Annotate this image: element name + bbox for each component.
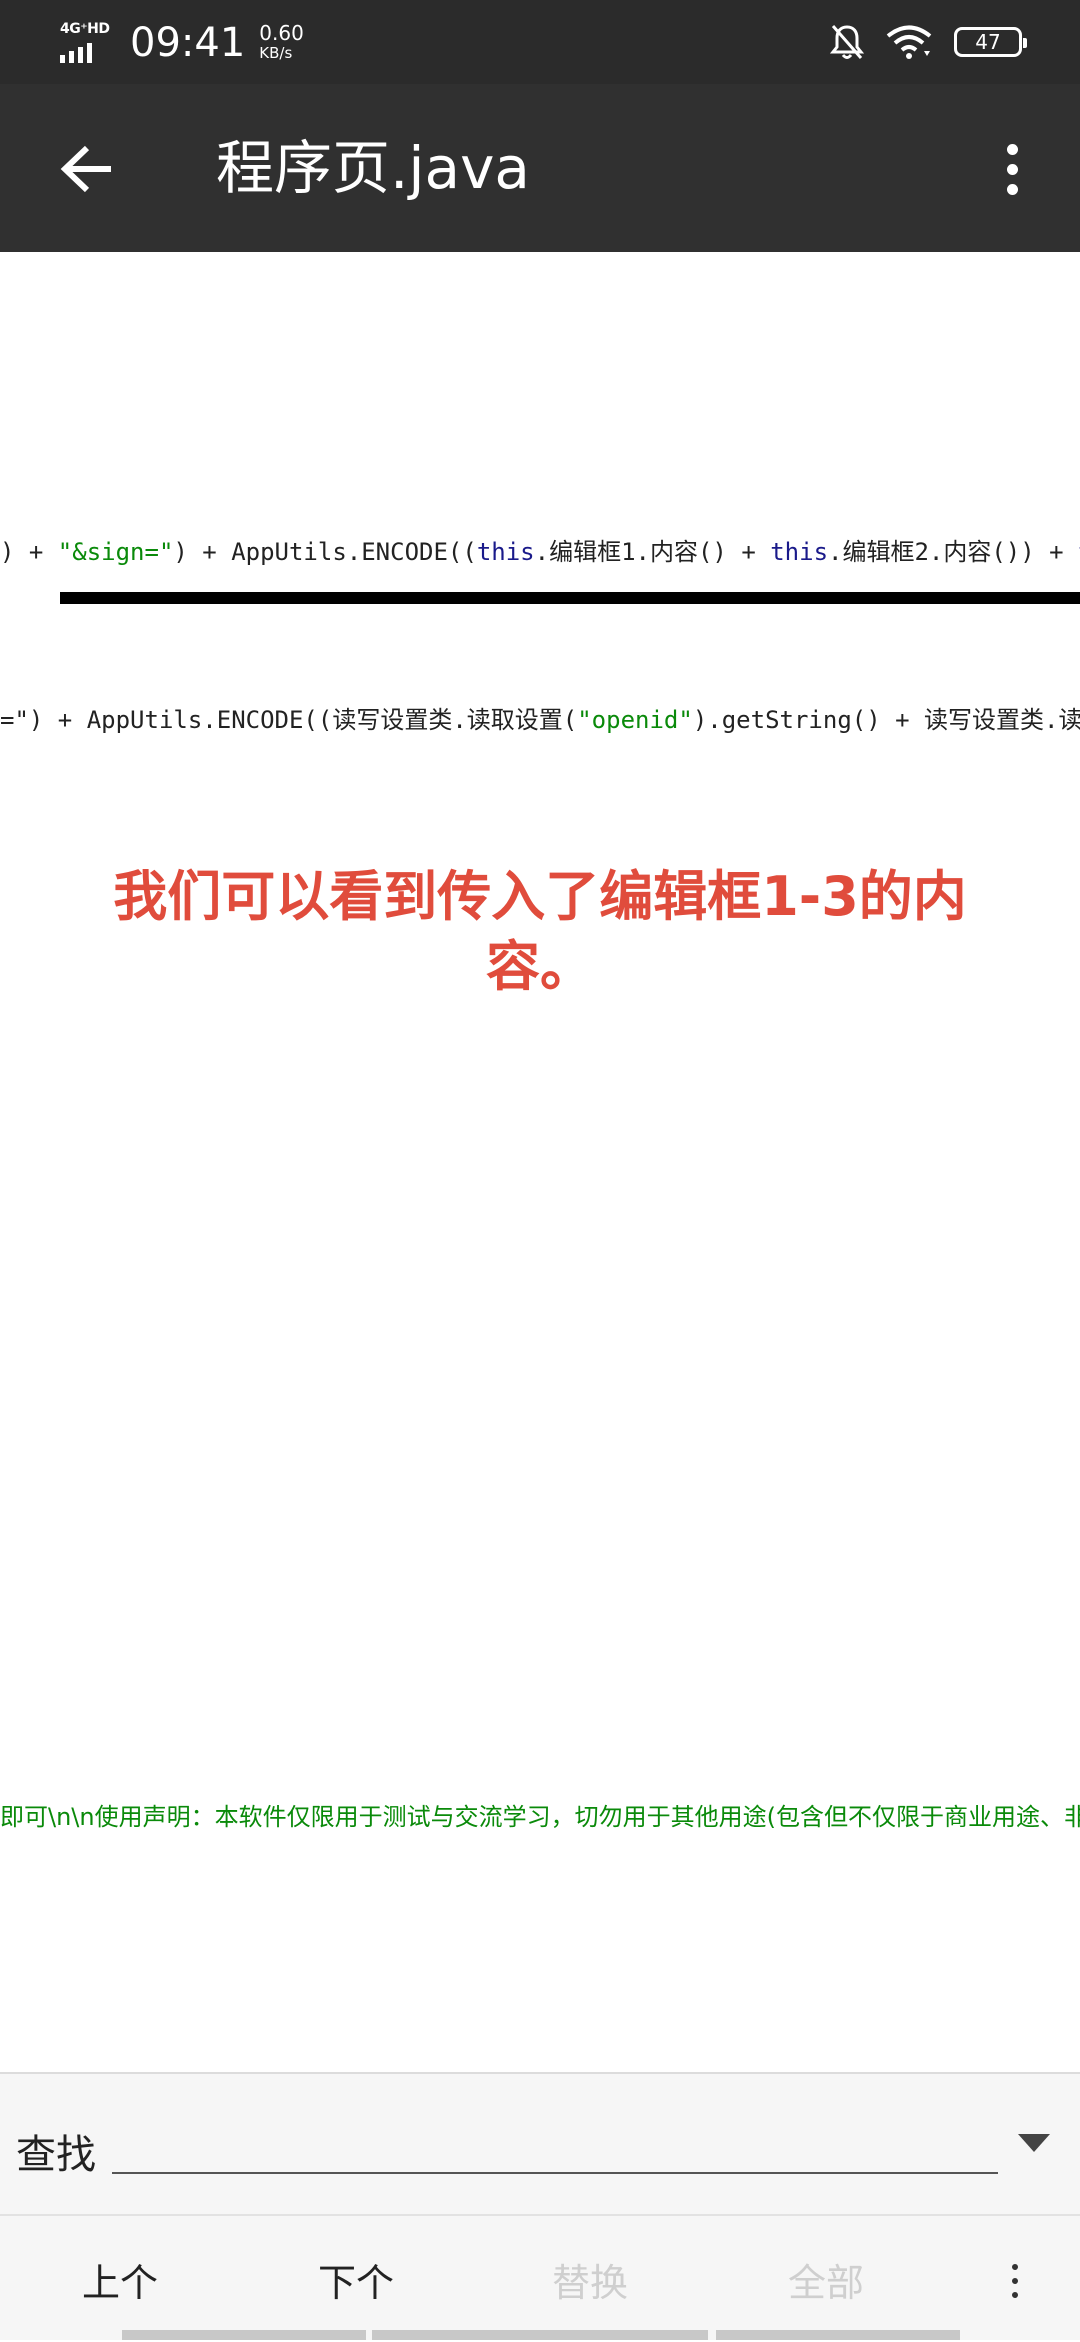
- find-more-button[interactable]: [1000, 2246, 1030, 2316]
- battery-icon: 47: [954, 27, 1027, 57]
- clock: 09:41: [130, 20, 246, 66]
- find-input[interactable]: [112, 2114, 998, 2174]
- replace-all-button[interactable]: 全部: [706, 2216, 946, 2342]
- code-editor[interactable]: ) + "&sign=") + AppUtils.ENCODE((this.编辑…: [0, 252, 1080, 2072]
- signal-icon: 4G⁺HD: [60, 21, 118, 65]
- previous-button[interactable]: 上个: [0, 2216, 240, 2342]
- find-label: 查找: [16, 2132, 96, 2178]
- next-button[interactable]: 下个: [236, 2216, 476, 2342]
- scrollbar-segment: [122, 2330, 366, 2340]
- find-panel: 查找 上个 下个 替换 全部: [0, 2072, 1080, 2340]
- mute-bell-icon: [830, 25, 864, 59]
- code-line-openid: =") + AppUtils.ENCODE((读写设置类.读取设置("openi…: [0, 706, 1080, 734]
- code-line-sign: ) + "&sign=") + AppUtils.ENCODE((this.编辑…: [0, 538, 1080, 566]
- code-line-disclaimer: 即可\n\n使用声明：本软件仅限用于测试与交流学习，切勿用于其他用途(包含但不仅…: [0, 1803, 1080, 1831]
- wifi-icon: [886, 25, 932, 59]
- highlight-underline: [60, 592, 1080, 604]
- network-speed: 0.60 KB/s: [259, 23, 304, 63]
- scrollbar-segment: [372, 2330, 708, 2340]
- network-type: 4G⁺HD: [60, 21, 110, 37]
- speed-unit: KB/s: [259, 44, 293, 62]
- status-bar: 4G⁺HD 09:41 0.60 KB/s 47: [0, 0, 1080, 84]
- more-vert-icon: [1012, 2264, 1018, 2270]
- battery-level: 47: [975, 30, 1001, 54]
- app-toolbar: 程序页.java: [0, 84, 1080, 252]
- replace-button[interactable]: 替换: [470, 2216, 710, 2342]
- back-button[interactable]: [52, 134, 122, 204]
- find-buttons: 上个 下个 替换 全部: [0, 2216, 1080, 2342]
- page-title: 程序页.java: [216, 134, 530, 202]
- back-arrow-icon: [60, 145, 111, 193]
- scrollbar-segment: [716, 2330, 960, 2340]
- more-vert-icon: [1006, 143, 1018, 155]
- status-left: 4G⁺HD 09:41 0.60 KB/s: [60, 18, 304, 68]
- annotation-text: 我们可以看到传入了编辑框1-3的内容。: [113, 865, 967, 998]
- speed-value: 0.60: [259, 21, 304, 45]
- status-right: 47: [830, 20, 1027, 64]
- more-options-button[interactable]: [992, 134, 1032, 204]
- dropdown-arrow-icon[interactable]: [1018, 2134, 1050, 2152]
